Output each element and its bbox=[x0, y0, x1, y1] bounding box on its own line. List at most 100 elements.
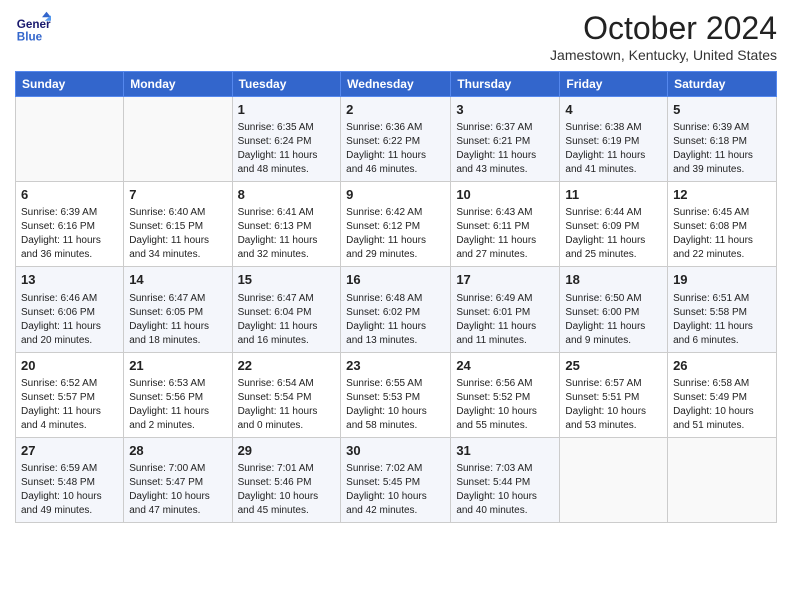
calendar-cell: 5Sunrise: 6:39 AMSunset: 6:18 PMDaylight… bbox=[668, 97, 777, 182]
sunset-text: Sunset: 5:53 PM bbox=[346, 391, 445, 405]
sunrise-text: Sunrise: 6:51 AM bbox=[673, 292, 771, 306]
sunset-text: Sunset: 6:06 PM bbox=[21, 306, 118, 320]
sunrise-text: Sunrise: 6:44 AM bbox=[565, 206, 662, 220]
day-number: 31 bbox=[456, 442, 554, 460]
daylight-text: Daylight: 10 hours and 53 minutes. bbox=[565, 405, 662, 433]
sunset-text: Sunset: 6:22 PM bbox=[346, 135, 445, 149]
daylight-text: Daylight: 11 hours and 13 minutes. bbox=[346, 320, 445, 348]
calendar-cell: 27Sunrise: 6:59 AMSunset: 5:48 PMDayligh… bbox=[16, 437, 124, 522]
main-container: General Blue October 2024 Jamestown, Ken… bbox=[0, 0, 792, 533]
daylight-text: Daylight: 10 hours and 45 minutes. bbox=[238, 490, 336, 518]
daylight-text: Daylight: 10 hours and 55 minutes. bbox=[456, 405, 554, 433]
daylight-text: Daylight: 11 hours and 48 minutes. bbox=[238, 149, 336, 177]
day-number: 13 bbox=[21, 271, 118, 289]
sunset-text: Sunset: 6:05 PM bbox=[129, 306, 226, 320]
calendar-cell bbox=[668, 437, 777, 522]
daylight-text: Daylight: 11 hours and 34 minutes. bbox=[129, 234, 226, 262]
daylight-text: Daylight: 10 hours and 49 minutes. bbox=[21, 490, 118, 518]
daylight-text: Daylight: 11 hours and 2 minutes. bbox=[129, 405, 226, 433]
sunset-text: Sunset: 6:11 PM bbox=[456, 220, 554, 234]
sunrise-text: Sunrise: 6:55 AM bbox=[346, 377, 445, 391]
daylight-text: Daylight: 10 hours and 42 minutes. bbox=[346, 490, 445, 518]
sunset-text: Sunset: 5:52 PM bbox=[456, 391, 554, 405]
daylight-text: Daylight: 11 hours and 32 minutes. bbox=[238, 234, 336, 262]
month-title: October 2024 bbox=[550, 10, 777, 47]
calendar-week-row: 1Sunrise: 6:35 AMSunset: 6:24 PMDaylight… bbox=[16, 97, 777, 182]
sunset-text: Sunset: 5:44 PM bbox=[456, 476, 554, 490]
daylight-text: Daylight: 11 hours and 27 minutes. bbox=[456, 234, 554, 262]
calendar-cell: 7Sunrise: 6:40 AMSunset: 6:15 PMDaylight… bbox=[124, 182, 232, 267]
day-number: 25 bbox=[565, 357, 662, 375]
sunset-text: Sunset: 6:02 PM bbox=[346, 306, 445, 320]
sunrise-text: Sunrise: 6:35 AM bbox=[238, 121, 336, 135]
sunset-text: Sunset: 6:19 PM bbox=[565, 135, 662, 149]
daylight-text: Daylight: 11 hours and 18 minutes. bbox=[129, 320, 226, 348]
calendar-cell: 21Sunrise: 6:53 AMSunset: 5:56 PMDayligh… bbox=[124, 352, 232, 437]
calendar-cell: 6Sunrise: 6:39 AMSunset: 6:16 PMDaylight… bbox=[16, 182, 124, 267]
day-number: 22 bbox=[238, 357, 336, 375]
calendar-cell bbox=[124, 97, 232, 182]
calendar-cell: 29Sunrise: 7:01 AMSunset: 5:46 PMDayligh… bbox=[232, 437, 341, 522]
sunrise-text: Sunrise: 6:39 AM bbox=[673, 121, 771, 135]
calendar-cell: 30Sunrise: 7:02 AMSunset: 5:45 PMDayligh… bbox=[341, 437, 451, 522]
daylight-text: Daylight: 11 hours and 22 minutes. bbox=[673, 234, 771, 262]
weekday-header-wednesday: Wednesday bbox=[341, 72, 451, 97]
day-number: 8 bbox=[238, 186, 336, 204]
daylight-text: Daylight: 11 hours and 16 minutes. bbox=[238, 320, 336, 348]
sunrise-text: Sunrise: 6:56 AM bbox=[456, 377, 554, 391]
calendar-week-row: 6Sunrise: 6:39 AMSunset: 6:16 PMDaylight… bbox=[16, 182, 777, 267]
calendar-cell: 25Sunrise: 6:57 AMSunset: 5:51 PMDayligh… bbox=[560, 352, 668, 437]
calendar-cell: 3Sunrise: 6:37 AMSunset: 6:21 PMDaylight… bbox=[451, 97, 560, 182]
sunset-text: Sunset: 6:13 PM bbox=[238, 220, 336, 234]
calendar-week-row: 20 Sunrise: 6:52 AMSunset: 5:57 PM Dayligh… bbox=[16, 352, 777, 437]
sunrise-text: Sunrise: 6:52 AM bbox=[21, 377, 118, 391]
calendar-cell: 28Sunrise: 7:00 AMSunset: 5:47 PMDayligh… bbox=[124, 437, 232, 522]
calendar-cell: 18Sunrise: 6:50 AMSunset: 6:00 PMDayligh… bbox=[560, 267, 668, 352]
sunrise-text: Sunrise: 6:42 AM bbox=[346, 206, 445, 220]
sunset-text: Sunset: 6:16 PM bbox=[21, 220, 118, 234]
sunrise-text: Sunrise: 6:36 AM bbox=[346, 121, 445, 135]
sunrise-text: Sunrise: 7:02 AM bbox=[346, 462, 445, 476]
day-number: 29 bbox=[238, 442, 336, 460]
sunrise-text: Sunrise: 6:48 AM bbox=[346, 292, 445, 306]
header: General Blue October 2024 Jamestown, Ken… bbox=[15, 10, 777, 63]
day-number: 1 bbox=[238, 101, 336, 119]
calendar-week-row: 13Sunrise: 6:46 AMSunset: 6:06 PMDayligh… bbox=[16, 267, 777, 352]
sunset-text: Sunset: 6:01 PM bbox=[456, 306, 554, 320]
sunset-text: Sunset: 6:09 PM bbox=[565, 220, 662, 234]
calendar-cell: 11Sunrise: 6:44 AMSunset: 6:09 PMDayligh… bbox=[560, 182, 668, 267]
day-number: 14 bbox=[129, 271, 226, 289]
weekday-header-saturday: Saturday bbox=[668, 72, 777, 97]
weekday-header-monday: Monday bbox=[124, 72, 232, 97]
sunrise-text: Sunrise: 7:00 AM bbox=[129, 462, 226, 476]
sunrise-text: Sunrise: 6:40 AM bbox=[129, 206, 226, 220]
day-number: 16 bbox=[346, 271, 445, 289]
calendar-cell: 4Sunrise: 6:38 AMSunset: 6:19 PMDaylight… bbox=[560, 97, 668, 182]
sunset-text: Sunset: 5:57 PM bbox=[21, 391, 118, 405]
day-number: 20 bbox=[21, 357, 118, 375]
sunset-text: Sunset: 6:08 PM bbox=[673, 220, 771, 234]
sunset-text: Sunset: 5:51 PM bbox=[565, 391, 662, 405]
logo: General Blue bbox=[15, 10, 51, 46]
location: Jamestown, Kentucky, United States bbox=[550, 47, 777, 63]
sunset-text: Sunset: 5:47 PM bbox=[129, 476, 226, 490]
calendar-week-row: 27Sunrise: 6:59 AMSunset: 5:48 PMDayligh… bbox=[16, 437, 777, 522]
daylight-text: Daylight: 11 hours and 39 minutes. bbox=[673, 149, 771, 177]
calendar-cell: 10Sunrise: 6:43 AMSunset: 6:11 PMDayligh… bbox=[451, 182, 560, 267]
day-number: 30 bbox=[346, 442, 445, 460]
daylight-text: Daylight: 10 hours and 58 minutes. bbox=[346, 405, 445, 433]
sunrise-text: Sunrise: 6:45 AM bbox=[673, 206, 771, 220]
sunrise-text: Sunrise: 6:50 AM bbox=[565, 292, 662, 306]
sunrise-text: Sunrise: 6:37 AM bbox=[456, 121, 554, 135]
sunset-text: Sunset: 6:24 PM bbox=[238, 135, 336, 149]
logo-icon: General Blue bbox=[15, 10, 51, 46]
calendar-cell: 23Sunrise: 6:55 AMSunset: 5:53 PMDayligh… bbox=[341, 352, 451, 437]
sunset-text: Sunset: 5:46 PM bbox=[238, 476, 336, 490]
day-number: 21 bbox=[129, 357, 226, 375]
weekday-header-friday: Friday bbox=[560, 72, 668, 97]
day-number: 11 bbox=[565, 186, 662, 204]
sunrise-text: Sunrise: 6:39 AM bbox=[21, 206, 118, 220]
weekday-header-row: SundayMondayTuesdayWednesdayThursdayFrid… bbox=[16, 72, 777, 97]
sunset-text: Sunset: 6:21 PM bbox=[456, 135, 554, 149]
day-number: 9 bbox=[346, 186, 445, 204]
